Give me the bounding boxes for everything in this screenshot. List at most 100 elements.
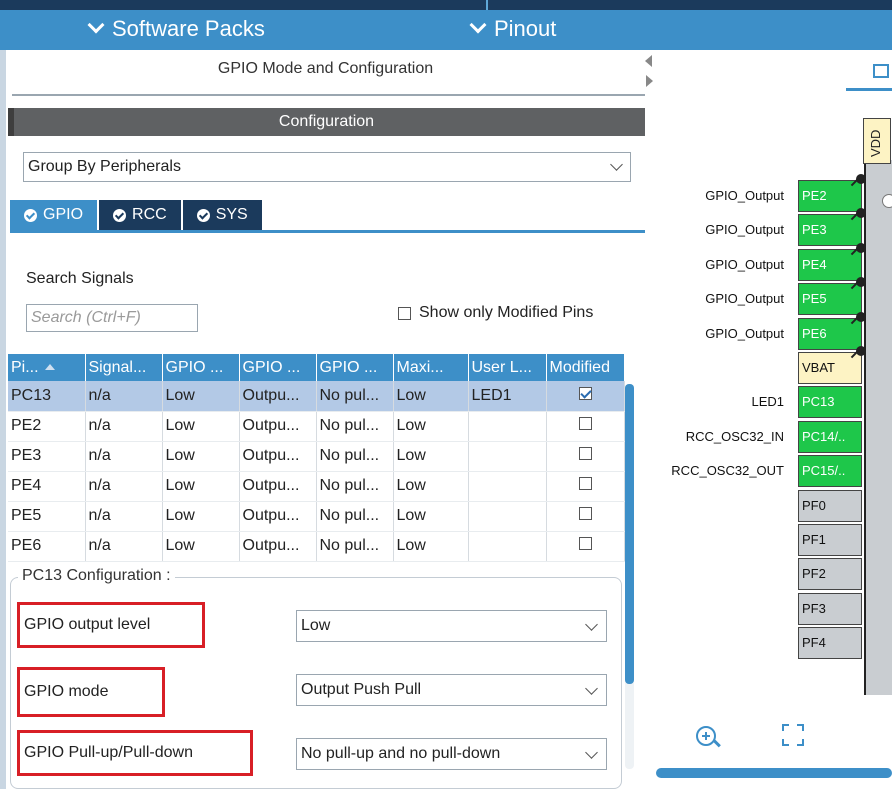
cell-pull: No pul... — [316, 501, 394, 532]
cell-signal: n/a — [85, 411, 163, 442]
chip-pin[interactable]: PF3 — [798, 592, 862, 625]
cell-label — [468, 501, 547, 532]
pin-vdd-label: VDD — [868, 129, 883, 157]
chip-pin[interactable]: PF0 — [798, 489, 862, 522]
gpio-output-level-select[interactable]: Low — [296, 610, 607, 642]
group-by-select[interactable]: Group By Peripherals — [23, 152, 631, 182]
col-header-pin[interactable]: Pi... — [8, 354, 86, 381]
table-row[interactable]: PE6 n/a Low Outpu... No pul... Low — [8, 531, 625, 562]
chevron-down-icon — [469, 16, 487, 34]
cell-level: Low — [162, 441, 240, 472]
sort-arrow-icon — [44, 364, 55, 371]
chevron-down-icon — [87, 16, 105, 34]
gpio-mode-value: Output Push Pull — [301, 681, 422, 698]
chip-pin[interactable]: PC15/.. — [798, 455, 862, 488]
gpio-pull-label: GPIO Pull-up/Pull-down — [17, 730, 253, 776]
chevron-down-icon — [585, 618, 598, 631]
pinout-scrollbar[interactable] — [656, 768, 892, 778]
chip-pin-signal-label: LED1 — [751, 394, 784, 410]
cell-pin: PE3 — [8, 441, 86, 472]
cell-speed: Low — [393, 531, 469, 562]
table-row[interactable]: PE5 n/a Low Outpu... No pul... Low — [8, 501, 625, 532]
cell-level: Low — [162, 501, 240, 532]
gpio-mode-text: GPIO mode — [24, 683, 109, 700]
tab-rcc-label: RCC — [132, 206, 167, 223]
collapse-left-icon[interactable] — [645, 55, 652, 67]
col-header-max-speed[interactable]: Maxi... — [393, 354, 469, 381]
table-row[interactable]: PE3 n/a Low Outpu... No pul... Low — [8, 441, 625, 472]
chip-pin[interactable]: PC14/.. — [798, 420, 862, 453]
cell-modified — [546, 441, 625, 472]
show-modified-pins-checkbox[interactable]: Show only Modified Pins — [398, 304, 593, 322]
cell-pull: No pul... — [316, 531, 394, 562]
nav-pinout[interactable]: Pinout — [469, 16, 556, 42]
modified-checkbox[interactable] — [578, 507, 592, 520]
table-row[interactable]: PE2 n/a Low Outpu... No pul... Low — [8, 411, 625, 442]
col-header-output-level[interactable]: GPIO ... — [162, 354, 240, 381]
chip-pin[interactable]: PC13 — [798, 386, 862, 419]
table-row[interactable]: PC13 n/a Low Outpu... No pul... Low LED1 — [8, 381, 625, 412]
cell-mode: Outpu... — [239, 501, 317, 532]
col-header-pull[interactable]: GPIO ... — [316, 354, 394, 381]
cell-label — [468, 471, 547, 502]
pin-vdd[interactable]: VDD — [863, 118, 891, 164]
cell-mode: Outpu... — [239, 441, 317, 472]
cell-signal: n/a — [85, 471, 163, 502]
col-header-modified[interactable]: Modified — [546, 354, 625, 381]
chip-pin[interactable]: PF1 — [798, 524, 862, 556]
tab-rcc[interactable]: RCC — [99, 200, 183, 230]
chevron-down-icon — [585, 746, 598, 759]
chip-pin[interactable]: PF4 — [798, 627, 862, 660]
tab-gpio-label: GPIO — [43, 206, 84, 223]
top-toolbar-strip — [0, 0, 892, 10]
modified-checkbox[interactable] — [578, 477, 592, 490]
nav-software-packs[interactable]: Software Packs — [87, 16, 265, 42]
gpio-pull-select[interactable]: No pull-up and no pull-down — [296, 738, 607, 770]
tab-underline — [10, 230, 645, 233]
configuration-header-label: Configuration — [278, 113, 375, 130]
cell-level: Low — [162, 531, 240, 562]
col-header-signal[interactable]: Signal... — [85, 354, 163, 381]
chip-pin-signal-label: RCC_OSC32_IN — [685, 428, 784, 444]
cell-label: LED1 — [468, 381, 547, 412]
cell-pull: No pul... — [316, 381, 394, 412]
gpio-pull-value: No pull-up and no pull-down — [301, 745, 501, 762]
modified-checkbox[interactable] — [578, 447, 592, 460]
gpio-output-level-value: Low — [301, 617, 331, 634]
cell-modified — [546, 381, 625, 412]
show-modified-label: Show only Modified Pins — [419, 304, 594, 321]
peripheral-tabs: GPIO RCC SYS — [10, 200, 264, 230]
chip-icon[interactable] — [873, 64, 889, 78]
fit-to-screen-icon[interactable] — [782, 724, 804, 746]
table-row[interactable]: PE4 n/a Low Outpu... No pul... Low — [8, 471, 625, 502]
cell-signal: n/a — [85, 531, 163, 562]
cell-speed: Low — [393, 501, 469, 532]
col-header-user-label[interactable]: User L... — [468, 354, 547, 381]
gpio-mode-select[interactable]: Output Push Pull — [296, 674, 607, 706]
cell-modified — [546, 411, 625, 442]
cell-signal: n/a — [85, 501, 163, 532]
cell-speed: Low — [393, 471, 469, 502]
gpio-output-level-text: GPIO output level — [24, 616, 151, 633]
search-input[interactable] — [26, 304, 198, 332]
modified-checkbox[interactable] — [578, 537, 592, 550]
cell-speed: Low — [393, 441, 469, 472]
cell-mode: Outpu... — [239, 471, 317, 502]
cell-mode: Outpu... — [239, 411, 317, 442]
panel-title: GPIO Mode and Configuration — [217, 60, 434, 77]
checkbox-icon[interactable] — [398, 306, 411, 320]
col-header-pin-label: Pi... — [11, 358, 39, 376]
chip-pin-signal-label: GPIO_Output — [705, 222, 784, 238]
tab-sys[interactable]: SYS — [182, 200, 264, 230]
expand-right-icon[interactable] — [646, 75, 653, 87]
modified-checkbox[interactable] — [578, 386, 592, 400]
modified-checkbox[interactable] — [578, 417, 592, 430]
zoom-in-icon[interactable] — [696, 726, 716, 746]
chip-pin[interactable]: PF2 — [798, 558, 862, 591]
cell-label — [468, 441, 547, 472]
pin-config-legend: PC13 Configuration : — [18, 567, 175, 585]
chip-pin-signal-label: RCC_OSC32_OUT — [671, 463, 784, 479]
tab-gpio[interactable]: GPIO — [10, 200, 100, 230]
cell-signal: n/a — [85, 381, 163, 412]
col-header-mode[interactable]: GPIO ... — [239, 354, 317, 381]
